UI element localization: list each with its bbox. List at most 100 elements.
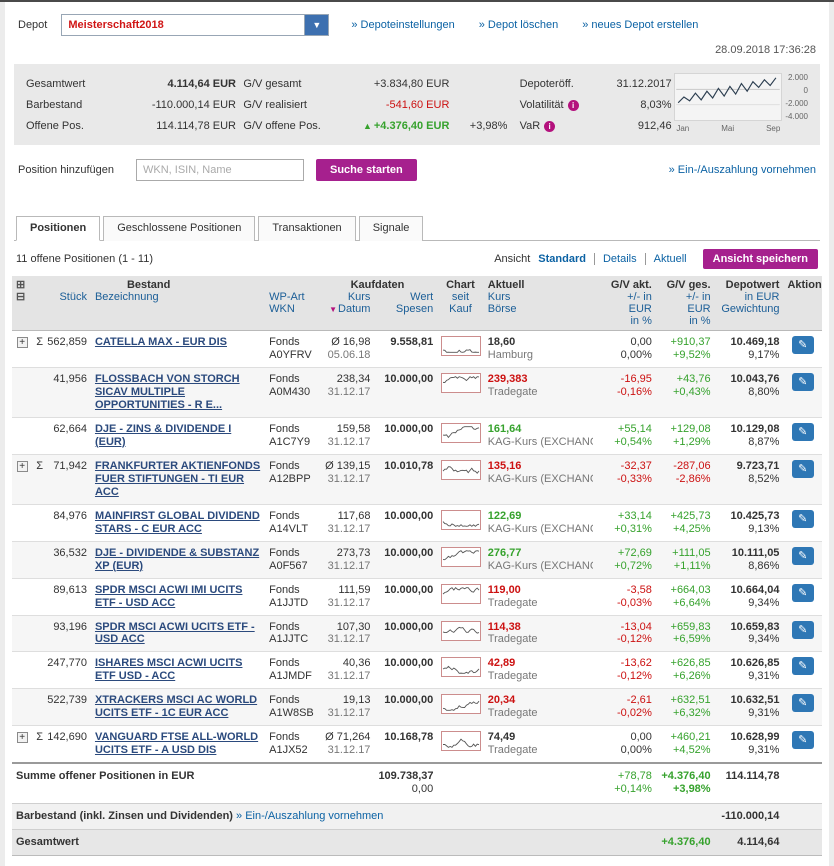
wkn: A1JJTD (269, 596, 309, 609)
position-name-link[interactable]: MAINFIRST GLOBAL DIVIDEND STARS - C EUR … (95, 510, 260, 535)
depot-eur: 10.664,04 (730, 583, 780, 596)
header-gv-ges: G/V ges. (655, 276, 715, 291)
depot-create-link[interactable]: » neues Depot erstellen (582, 19, 698, 31)
buy-price: 117,68 (337, 509, 371, 522)
position-name-link[interactable]: FLOSSBACH VON STORCH SICAV MULTIPLE OPPO… (95, 373, 240, 411)
order-action-button[interactable]: ✎ (791, 694, 814, 713)
wp-art: Fonds (269, 509, 300, 522)
order-action-button[interactable]: ✎ (791, 336, 814, 354)
position-row: 62,664 DJE - ZINS & DIVIDENDE I (EUR) Fo… (12, 417, 822, 455)
header-bestand: Bestand (32, 276, 266, 291)
header-kurs-datum[interactable]: Kurs ▼Datum (317, 291, 375, 331)
save-view-button[interactable]: Ansicht speichern (702, 249, 818, 269)
gv-akt-eur: 0,00 (630, 731, 652, 744)
gesamtwert-value: 4.114,64 EUR (167, 77, 237, 90)
tab-geschlossene-positionen[interactable]: Geschlossene Positionen (103, 216, 256, 241)
header-gv-akt-sub[interactable]: +/- in EUR in % (597, 291, 656, 331)
exchange: Tradegate (487, 596, 538, 609)
header-kurs-boerse[interactable]: Kurs Börse (483, 291, 598, 331)
search-input[interactable] (136, 159, 304, 181)
expand-icon[interactable]: + (16, 732, 28, 744)
position-name-link[interactable]: DJE - DIVIDENDE & SUBSTANZ XP (EUR) (95, 547, 259, 572)
gv-akt-pct: 0,00% (620, 744, 652, 757)
order-action-button[interactable]: ✎ (791, 509, 814, 528)
order-action-button[interactable]: ✎ (791, 657, 814, 676)
order-action-button[interactable]: ✎ (791, 422, 814, 441)
gv-ges-pct: -2,86% (675, 472, 711, 485)
barbestand-label: Barbestand (26, 98, 83, 111)
cash-transfer-link[interactable]: » Ein-/Auszahlung vornehmen (669, 164, 816, 176)
gv-ges-eur: +659,83 (670, 620, 711, 633)
view-aktuell-link[interactable]: Aktuell (644, 253, 687, 265)
position-name-link[interactable]: ISHARES MSCI ACWI UCITS ETF USD - ACC (95, 657, 243, 682)
depot-select[interactable]: Meisterschaft2018 ▼ (61, 14, 330, 36)
tab-positionen[interactable]: Positionen (16, 216, 101, 241)
current-price: 276,77 (487, 546, 522, 559)
info-icon[interactable]: i (544, 120, 556, 132)
header-wert-spesen[interactable]: Wert Spesen (374, 291, 438, 331)
quantity: 562,859 (47, 336, 87, 348)
buy-value: 10.000,00 (374, 651, 438, 690)
current-price: 119,00 (487, 583, 521, 596)
current-price: 20,34 (487, 694, 516, 707)
depot-eur: 10.469,18 (730, 336, 780, 348)
depot-select-value: Meisterschaft2018 (68, 19, 164, 31)
depot-delete-link[interactable]: » Depot löschen (479, 19, 559, 31)
gesamtwert-label: Gesamtwert (26, 77, 86, 90)
positions-count: 11 offene Positionen (1 - 11) (16, 253, 153, 265)
quantity: 71,942 (53, 459, 87, 472)
gv-akt-eur: -2,61 (626, 694, 652, 707)
sparkline-chart (441, 731, 482, 752)
depot-eur: 10.043,76 (730, 372, 780, 385)
position-name-link[interactable]: SPDR MSCI ACWI IMI UCITS ETF - USD ACC (95, 584, 242, 609)
position-row: 84,976 MAINFIRST GLOBAL DIVIDEND STARS -… (12, 504, 822, 542)
gv-ges-eur: +111,05 (672, 546, 711, 559)
depot-settings-link[interactable]: » Depoteinstellungen (351, 19, 454, 31)
position-row: 522,739 XTRACKERS MSCI AC WORLD UCITS ET… (12, 688, 822, 727)
position-name-link[interactable]: CATELLA MAX - EUR DIS (95, 336, 227, 348)
header-bezeichnung[interactable]: Bezeichnung (90, 291, 266, 331)
header-wpart-wkn[interactable]: WP-Art WKN (265, 291, 318, 331)
view-standard-link[interactable]: Standard (538, 253, 586, 265)
header-gv-ges-sub[interactable]: +/- in EUR in % (655, 291, 715, 331)
tab-signale[interactable]: Signale (358, 216, 424, 241)
wkn: A1JMDF (269, 670, 312, 683)
order-action-button[interactable]: ✎ (791, 459, 814, 478)
position-name-link[interactable]: XTRACKERS MSCI AC WORLD UCITS ETF - 1C E… (95, 694, 257, 719)
quantity: 522,739 (47, 694, 87, 707)
expand-icon[interactable]: + (16, 337, 28, 348)
cash-transfer-link-footer[interactable]: » Ein-/Auszahlung vornehmen (236, 810, 383, 822)
wkn: A1C7Y9 (269, 435, 311, 448)
search-button[interactable]: Suche starten (316, 159, 417, 181)
header-depotwert-sub[interactable]: in EUR Gewichtung (714, 291, 784, 331)
position-name-link[interactable]: SPDR MSCI ACWI UCITS ETF - USD ACC (95, 621, 255, 646)
performance-chart-svg (674, 73, 783, 121)
collapse-all-icon[interactable]: ⊟ (16, 292, 25, 303)
position-name-link[interactable]: DJE - ZINS & DIVIDENDE I (EUR) (95, 423, 231, 448)
gesamtwert-row: Gesamtwert +4.376,40 4.114,64 (12, 829, 822, 857)
gv-akt-pct: -0,16% (617, 385, 652, 398)
table-toolbar: 11 offene Positionen (1 - 11) Ansicht St… (12, 241, 822, 276)
info-icon[interactable]: i (567, 99, 579, 111)
view-details-link[interactable]: Details (593, 253, 637, 265)
order-action-button[interactable]: ✎ (791, 546, 814, 565)
buy-date: 31.12.17 (327, 435, 371, 448)
tab-transaktionen[interactable]: Transaktionen (258, 216, 356, 241)
gv-ges-pct: +4,52% (672, 744, 711, 757)
chevron-down-icon[interactable]: ▼ (304, 15, 329, 35)
gv-akt-pct: +0,72% (614, 559, 652, 572)
order-action-button[interactable]: ✎ (791, 620, 814, 639)
header-stueck[interactable]: Stück (32, 291, 91, 331)
gv-akt-pct: -0,03% (617, 596, 652, 609)
position-name-link[interactable]: FRANKFURTER AKTIENFONDS FUER STIFTUNGEN … (95, 460, 260, 498)
position-name-link[interactable]: VANGUARD FTSE ALL-WORLD UCITS ETF - A US… (95, 731, 258, 756)
order-action-button[interactable]: ✎ (791, 583, 814, 602)
expand-icon[interactable]: + (16, 460, 28, 472)
buy-date: 31.12.17 (327, 522, 371, 535)
order-action-button[interactable]: ✎ (791, 372, 814, 391)
exchange: Tradegate (487, 670, 538, 683)
expand-all-icon[interactable]: ⊞ (16, 280, 25, 291)
position-row: 93,196 SPDR MSCI ACWI UCITS ETF - USD AC… (12, 615, 822, 653)
sparkline-chart (441, 546, 482, 567)
order-action-button[interactable]: ✎ (791, 731, 814, 750)
